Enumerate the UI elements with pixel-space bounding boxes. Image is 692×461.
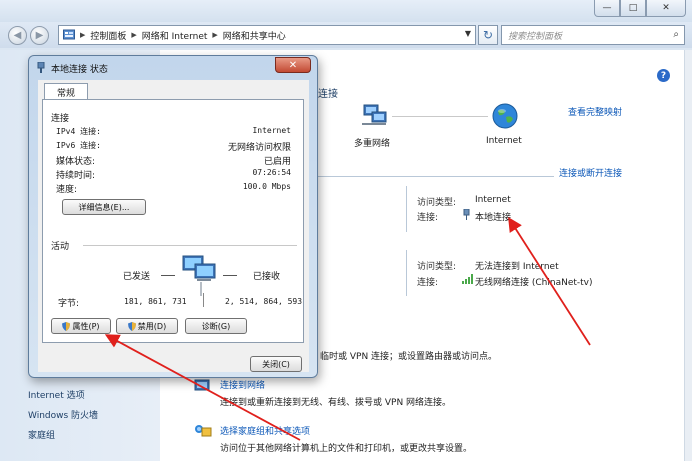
window-controls: — □ ✕ — [594, 0, 686, 17]
homegroup-sharing-link[interactable]: 选择家庭组和共享选项 — [220, 424, 310, 437]
left-link-internet-options[interactable]: Internet 选项 — [28, 388, 85, 401]
connect-network-icon — [194, 379, 210, 391]
network2-connection-label: 连接: — [417, 278, 439, 288]
breadcrumb-separator-icon[interactable]: ▶ — [80, 31, 85, 39]
left-link-homegroup[interactable]: 家庭组 — [28, 428, 55, 441]
media-state-label: 媒体状态: — [56, 157, 96, 167]
received-line — [223, 275, 237, 276]
received-label: 已接收 — [253, 272, 281, 282]
bytes-sent-value: 181, 861, 731 — [124, 297, 187, 306]
forward-button[interactable]: ▶ — [30, 26, 49, 45]
navigation-bar: ◀ ▶ ▶ 控制面板 ▶ 网络和 Internet ▶ 网络和共享中心 ▼ ↻ … — [0, 22, 692, 48]
network2-vertical-divider — [406, 250, 407, 296]
search-icon[interactable]: ⌕ — [673, 29, 679, 40]
maximize-button[interactable]: □ — [620, 0, 646, 17]
connect-to-network-desc: 连接到或重新连接到无线、有线、拨号或 VPN 网络连接。 — [220, 398, 452, 408]
homegroup-sharing-desc: 访问位于其他网络计算机上的文件和打印机，或更改共享设置。 — [220, 444, 473, 454]
dialog-body: 常规 连接 IPv4 连接: Internet IPv6 连接: 无网络访问权限… — [38, 80, 309, 372]
diagnose-button[interactable]: 诊断(G) — [185, 318, 247, 334]
network-map-line — [392, 116, 488, 117]
network1-access-type-value: Internet — [475, 195, 511, 205]
multi-network-label: 多重网络 — [354, 139, 391, 149]
close-dialog-button[interactable]: 关闭(C) — [250, 356, 302, 372]
network1-connection-label: 连接: — [417, 213, 439, 223]
connection-group-label: 连接 — [51, 114, 70, 124]
properties-button[interactable]: 属性(P) — [51, 318, 111, 334]
connect-to-network-link[interactable]: 连接到网络 — [220, 378, 265, 391]
sent-line — [161, 275, 175, 276]
ipv4-label: IPv4 连接: — [56, 127, 101, 136]
control-panel-icon — [63, 29, 75, 40]
breadcrumb-separator-icon[interactable]: ▶ — [212, 31, 217, 39]
scrollbar[interactable] — [684, 50, 692, 461]
homegroup-icon — [195, 425, 212, 437]
breadcrumb-separator-icon[interactable]: ▶ — [131, 31, 136, 39]
disable-button-label: 禁用(D) — [137, 321, 167, 331]
properties-button-label: 属性(P) — [72, 321, 100, 331]
network2-access-type-label: 访问类型: — [417, 262, 457, 272]
vpn-description-fragment: 临时或 VPN 连接；或设置路由器或访问点。 — [320, 352, 498, 362]
shield-icon — [62, 321, 71, 331]
wireless-signal-icon — [462, 274, 473, 284]
speed-value: 100.0 Mbps — [242, 182, 291, 191]
ipv6-label: IPv6 连接: — [56, 141, 101, 150]
bytes-label: 字节: — [58, 299, 80, 309]
dialog-title: 本地连接 状态 — [51, 65, 108, 75]
dialog-close-button[interactable]: ✕ — [275, 57, 311, 73]
connect-disconnect-link[interactable]: 连接或断开连接 — [559, 166, 622, 179]
network2-access-type-value: 无法连接到 Internet — [475, 262, 559, 272]
search-input[interactable]: 搜索控制面板 — [508, 29, 562, 42]
address-bar[interactable]: ▶ 控制面板 ▶ 网络和 Internet ▶ 网络和共享中心 ▼ — [58, 25, 476, 45]
network-adapter-icon — [37, 62, 45, 73]
minimize-button[interactable]: — — [594, 0, 620, 17]
refresh-button[interactable]: ↻ — [478, 25, 498, 45]
shield-icon — [127, 321, 136, 331]
view-full-map-link[interactable]: 查看完整映射 — [568, 105, 622, 118]
watermark-logo: S — [517, 372, 549, 404]
ipv6-value: 无网络访问权限 — [227, 143, 291, 153]
section-divider — [318, 176, 554, 177]
back-button[interactable]: ◀ — [8, 26, 27, 45]
watermark-text: 搜狗指南 — [552, 376, 640, 400]
internet-label: Internet — [486, 136, 522, 146]
section-title-fragment: 连接 — [318, 89, 338, 100]
refresh-icon: ↻ — [482, 28, 494, 42]
watermark-url: zhinan.sogou.com — [566, 408, 658, 419]
local-connection-link[interactable]: 本地连接 — [475, 210, 511, 223]
help-icon[interactable]: ? — [657, 69, 670, 82]
breadcrumb-control-panel[interactable]: 控制面板 — [90, 29, 126, 42]
general-tab-panel: 连接 IPv4 连接: Internet IPv6 连接: 无网络访问权限 媒体… — [42, 99, 304, 343]
activity-group-line — [83, 245, 297, 246]
network1-vertical-divider — [406, 186, 407, 232]
title-bar: — □ ✕ — [0, 0, 692, 22]
duration-label: 持续时间: — [56, 171, 96, 181]
bytes-divider — [203, 293, 204, 307]
address-dropdown-icon[interactable]: ▼ — [465, 29, 471, 38]
wireless-connection-link[interactable]: 无线网络连接 (ChinaNet-tv) — [475, 275, 593, 288]
bytes-received-value: 2, 514, 864, 593 — [225, 297, 303, 306]
search-box[interactable]: 搜索控制面板 ⌕ — [501, 25, 685, 45]
media-state-value: 已启用 — [263, 157, 291, 167]
ethernet-icon — [463, 209, 470, 220]
multi-network-icon — [362, 104, 387, 125]
network1-access-type-label: 访问类型: — [417, 198, 457, 208]
breadcrumb-network-internet[interactable]: 网络和 Internet — [142, 29, 208, 42]
activity-group-label: 活动 — [51, 242, 70, 252]
breadcrumb-network-sharing-center[interactable]: 网络和共享中心 — [223, 29, 286, 42]
close-window-button[interactable]: ✕ — [646, 0, 686, 17]
ipv4-value: Internet — [252, 126, 291, 135]
tab-general[interactable]: 常规 — [44, 83, 88, 100]
sent-label: 已发送 — [123, 272, 151, 282]
disable-button[interactable]: 禁用(D) — [116, 318, 178, 334]
duration-value: 07:26:54 — [252, 168, 291, 177]
speed-label: 速度: — [56, 185, 78, 195]
network-activity-icon — [182, 255, 216, 296]
local-connection-status-dialog: 本地连接 状态 ✕ 常规 连接 IPv4 连接: Internet IPv6 连… — [28, 55, 318, 378]
left-link-windows-firewall[interactable]: Windows 防火墙 — [28, 408, 98, 421]
globe-icon — [492, 103, 518, 129]
details-button[interactable]: 详细信息(E)... — [62, 199, 146, 215]
